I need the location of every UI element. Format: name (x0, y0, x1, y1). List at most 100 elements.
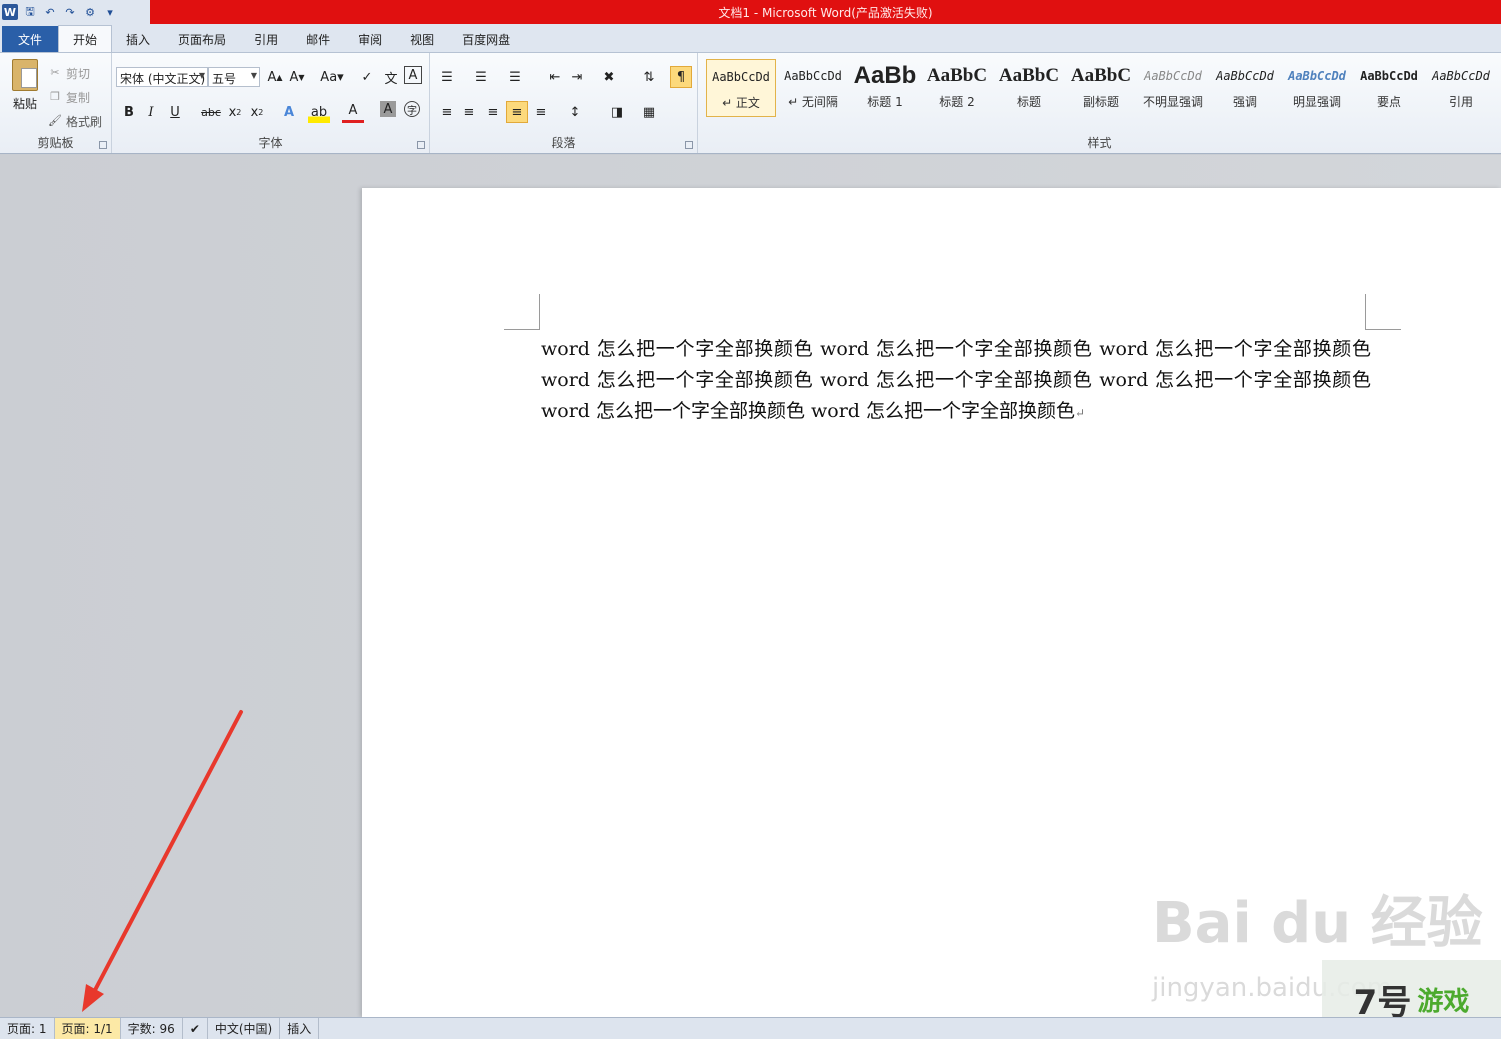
style-emphasis[interactable]: AaBbCcDd 强调 (1210, 59, 1280, 117)
paragraph-launcher-icon[interactable] (685, 141, 693, 149)
font-launcher-icon[interactable] (417, 141, 425, 149)
clipboard-group: 粘贴 ✂ 剪切 ❐ 复制 🖌 格式刷 剪贴板 (0, 53, 112, 153)
tab-review[interactable]: 审阅 (344, 26, 396, 52)
tab-page-layout[interactable]: 页面布局 (164, 26, 240, 52)
font-name-select[interactable]: 宋体 (中文正文) ▼ (116, 67, 208, 87)
bold-icon[interactable]: B (118, 101, 140, 123)
baidu-watermark: Bai du 经验 (1152, 891, 1483, 956)
style-name: 要点 (1376, 95, 1401, 109)
italic-icon[interactable]: I (140, 101, 162, 123)
ribbon-tabs: 文件 开始 插入 页面布局 引用 邮件 审阅 视图 百度网盘 (0, 24, 1501, 52)
align-right-icon[interactable]: ≡ (482, 101, 504, 123)
tab-view[interactable]: 视图 (396, 26, 448, 52)
save-icon[interactable]: 🖫 (22, 4, 38, 20)
qat-dropdown-icon[interactable]: ▾ (102, 4, 118, 20)
document-area[interactable]: word 怎么把一个字全部换颜色 word 怎么把一个字全部换颜色 word 怎… (0, 155, 1501, 1017)
style-normal[interactable]: AaBbCcDd ↵ 正文 (706, 59, 776, 117)
borders-icon[interactable]: ▦ (638, 101, 660, 123)
tab-baidu-netdisk[interactable]: 百度网盘 (448, 26, 524, 52)
window-title: 文档1 - Microsoft Word(产品激活失败) (150, 0, 1501, 24)
style-sample: AaBbCcDd (784, 69, 842, 83)
style-title[interactable]: AaBbC 标题 (994, 59, 1064, 117)
char-border-icon[interactable]: A (404, 66, 422, 84)
paste-label: 粘贴 (12, 97, 37, 111)
font-group-label: 字体 (258, 136, 283, 150)
line-spacing-icon[interactable]: ↕ (564, 101, 586, 123)
style-no-spacing[interactable]: AaBbCcDd ↵ 无间隔 (778, 59, 848, 117)
style-sample: AaBbCcDd (712, 70, 770, 84)
tab-insert[interactable]: 插入 (112, 26, 164, 52)
styles-group-label: 样式 (1087, 136, 1112, 150)
font-group: 宋体 (中文正文) ▼ 五号 ▼ A ▲ A ▼ Aa▾ ✓ 文 A B I U abc… (112, 53, 430, 153)
document-page[interactable]: word 怎么把一个字全部换颜色 word 怎么把一个字全部换颜色 word 怎… (362, 188, 1501, 1017)
word-logo-icon[interactable]: W (2, 4, 18, 20)
style-heading-2[interactable]: AaBbC 标题 2 (922, 59, 992, 117)
align-center-icon[interactable]: ≡ (458, 101, 480, 123)
phonetic-guide-icon[interactable]: 文 (380, 66, 402, 88)
status-insert-mode[interactable]: 插入 (280, 1017, 320, 1039)
style-subtle-emphasis[interactable]: AaBbCcDd 不明显强调 (1138, 59, 1208, 117)
font-size-select[interactable]: 五号 ▼ (208, 67, 260, 87)
copy-icon: ❐ (50, 90, 60, 103)
style-intense-emphasis[interactable]: AaBbCcDd 明显强调 (1282, 59, 1352, 117)
justify-icon[interactable]: ≡ (506, 101, 528, 123)
style-quote[interactable]: AaBbCcDd 引用 (1426, 59, 1496, 117)
cut-button[interactable]: ✂ 剪切 (48, 61, 102, 85)
font-size-value: 五号 (212, 72, 237, 86)
style-sample: AaBbCcDd (1360, 69, 1418, 83)
bullets-icon[interactable]: ☰ (436, 66, 458, 88)
status-word-count[interactable]: 字数: 96 (121, 1017, 183, 1039)
superscript-icon[interactable]: x2 (246, 101, 268, 123)
style-strong[interactable]: AaBbCcDd 要点 (1354, 59, 1424, 117)
strikethrough-icon[interactable]: abc (200, 101, 222, 123)
undo-icon[interactable]: ↶ (42, 4, 58, 20)
chinese-layout-icon[interactable]: ✖ (598, 66, 620, 88)
style-name: 引用 (1448, 95, 1473, 109)
paste-icon (12, 59, 38, 91)
style-name: 副标题 (1082, 95, 1119, 109)
numbering-icon[interactable]: ☰ (470, 66, 492, 88)
style-name: 强调 (1232, 95, 1257, 109)
align-left-icon[interactable]: ≡ (436, 101, 458, 123)
clipboard-launcher-icon[interactable] (99, 141, 107, 149)
font-color-icon[interactable]: A (342, 101, 364, 123)
highlight-icon[interactable]: ab (308, 101, 330, 123)
document-body-text[interactable]: word 怎么把一个字全部换颜色 word 怎么把一个字全部换颜色 word 怎… (541, 334, 1371, 429)
change-case-icon[interactable]: Aa▾ (318, 66, 346, 88)
tab-references[interactable]: 引用 (240, 26, 292, 52)
proofing-icon[interactable]: ✔ (183, 1017, 208, 1039)
subscript-icon[interactable]: x2 (224, 101, 246, 123)
show-marks-icon[interactable]: ¶ (670, 66, 692, 88)
tab-home[interactable]: 开始 (58, 25, 113, 52)
style-sample: AaBbCcDd (1288, 69, 1346, 83)
shrink-font-icon[interactable]: A ▼ (286, 66, 308, 88)
text-effects-icon[interactable]: A (278, 101, 300, 123)
status-bar: 页面: 1 页面: 1/1 字数: 96 ✔ 中文(中国) 插入 (0, 1017, 1501, 1039)
styles-group: AaBbCcDd ↵ 正文 AaBbCcDd ↵ 无间隔 AaBb 标题 1 A… (698, 53, 1501, 153)
status-language[interactable]: 中文(中国) (208, 1017, 281, 1039)
distributed-icon[interactable]: ≡ (530, 101, 552, 123)
increase-indent-icon[interactable]: ⇥ (566, 66, 588, 88)
multilevel-list-icon[interactable]: ☰ (504, 66, 526, 88)
status-page-count[interactable]: 页面: 1/1 (54, 1017, 121, 1039)
clear-format-icon[interactable]: ✓ (356, 66, 378, 88)
status-page-number[interactable]: 页面: 1 (0, 1017, 55, 1039)
customize-icon[interactable]: ⚙ (82, 4, 98, 20)
style-sample: AaBbCcDd (1432, 69, 1490, 83)
enclose-char-icon[interactable]: 字 (404, 101, 420, 117)
underline-icon[interactable]: U (164, 101, 186, 123)
decrease-indent-icon[interactable]: ⇤ (544, 66, 566, 88)
char-shading-icon[interactable]: A (380, 101, 396, 117)
ribbon: 粘贴 ✂ 剪切 ❐ 复制 🖌 格式刷 剪贴板 宋体 (中文正文) ▼ 五号 ▼ A ▲ A ▼… (0, 52, 1501, 154)
style-heading-1[interactable]: AaBb 标题 1 (850, 59, 920, 117)
format-painter-button[interactable]: 🖌 格式刷 (48, 109, 102, 133)
redo-icon[interactable]: ↷ (62, 4, 78, 20)
shading-icon[interactable]: ◨ (606, 101, 628, 123)
sort-icon[interactable]: ⇅ (638, 66, 660, 88)
copy-button[interactable]: ❐ 复制 (48, 85, 102, 109)
tab-file[interactable]: 文件 (2, 26, 59, 52)
paste-button[interactable]: 粘贴 (8, 59, 42, 112)
tab-mailings[interactable]: 邮件 (292, 26, 344, 52)
grow-font-icon[interactable]: A ▲ (264, 66, 286, 88)
style-subtitle[interactable]: AaBbC 副标题 (1066, 59, 1136, 117)
